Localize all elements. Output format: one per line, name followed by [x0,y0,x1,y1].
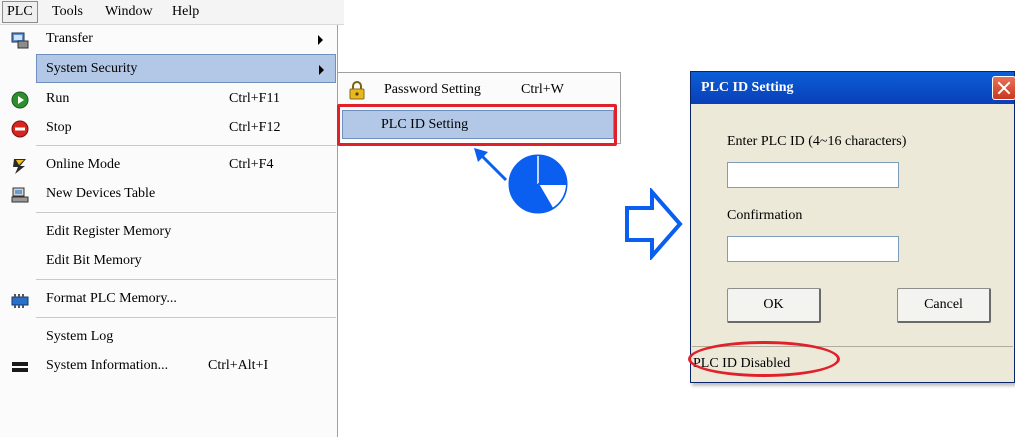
dialog-title-bar[interactable]: PLC ID Setting [691,72,1015,104]
menu-item-transfer[interactable]: Transfer [0,25,337,54]
menu-bar: PLC Tools Window Help [0,0,344,25]
menu-help[interactable]: Help [168,2,203,22]
menu-item-run-shortcut: Ctrl+F11 [229,91,280,106]
menu-plc-label: PLC [7,4,33,19]
step-timer-icon [508,154,568,214]
plc-id-input[interactable] [727,162,899,188]
menu-item-new-devices-table-label: New Devices Table [46,186,156,201]
dialog-title: PLC ID Setting [701,80,794,95]
pointer-arrow-icon [474,148,508,182]
run-icon [11,91,29,109]
menu-window-label: Window [105,4,153,19]
plc-menu-dropdown: Transfer System Security Run Ctrl+F11 St… [0,25,338,437]
confirmation-input[interactable] [727,236,899,262]
lock-icon [349,81,365,100]
devices-table-icon [11,187,29,203]
submenu-arrow-icon [319,65,324,75]
submenu-item-password-setting-shortcut: Ctrl+W [521,82,564,97]
close-icon[interactable] [992,76,1015,100]
menu-item-online-mode-label: Online Mode [46,157,121,172]
menu-item-online-mode[interactable]: Online Mode Ctrl+F4 [0,151,337,180]
submenu-item-password-setting[interactable]: Password Setting Ctrl+W [338,76,620,105]
menu-item-stop-label: Stop [46,120,72,135]
menu-window[interactable]: Window [101,2,157,22]
menu-item-format-plc-memory[interactable]: Format PLC Memory... [0,285,337,314]
confirmation-label: Confirmation [727,208,803,223]
plc-id-setting-dialog: PLC ID Setting Enter PLC ID (4~16 charac… [690,71,1015,383]
menu-tools-label: Tools [52,4,83,19]
menu-item-edit-register-memory[interactable]: Edit Register Memory [0,218,337,247]
menu-item-run-label: Run [46,91,70,106]
ok-button[interactable]: OK [727,288,821,323]
status-highlight-oval-annotation [688,341,840,377]
menu-item-edit-bit-memory[interactable]: Edit Bit Memory [0,247,337,276]
menu-item-format-plc-memory-label: Format PLC Memory... [46,291,177,306]
menu-item-system-security[interactable]: System Security [36,54,336,83]
menu-item-system-information[interactable]: System Information... Ctrl+Alt+I [0,352,337,381]
menu-item-new-devices-table[interactable]: New Devices Table [0,180,337,209]
menu-item-system-security-label: System Security [46,61,138,76]
system-information-icon [12,362,28,372]
menu-tools[interactable]: Tools [48,2,87,22]
menu-item-online-mode-shortcut: Ctrl+F4 [229,157,274,172]
menu-item-stop[interactable]: Stop Ctrl+F12 [0,114,337,143]
format-memory-icon [11,294,29,308]
menu-item-edit-register-memory-label: Edit Register Memory [46,224,172,239]
submenu-item-password-setting-label: Password Setting [384,82,481,97]
menu-item-system-information-shortcut: Ctrl+Alt+I [208,358,269,373]
menu-separator [36,317,336,318]
menu-item-system-log[interactable]: System Log [0,323,337,352]
menu-separator [36,145,336,146]
menu-item-run[interactable]: Run Ctrl+F11 [0,85,337,114]
transfer-icon [11,32,29,49]
highlight-box-annotation [337,104,617,146]
menu-item-system-information-label: System Information... [46,358,169,373]
next-step-arrow-icon [625,188,683,260]
menu-item-stop-shortcut: Ctrl+F12 [229,120,281,135]
online-mode-icon [13,159,26,174]
menu-separator [36,279,336,280]
menu-item-system-log-label: System Log [46,329,114,344]
enter-plc-id-label: Enter PLC ID (4~16 characters) [727,134,907,149]
submenu-arrow-icon [318,35,323,45]
menu-item-edit-bit-memory-label: Edit Bit Memory [46,253,142,268]
cancel-button[interactable]: Cancel [897,288,991,323]
menu-separator [36,212,336,213]
menu-help-label: Help [172,4,200,19]
stop-icon [11,120,29,138]
menu-item-transfer-label: Transfer [46,31,93,46]
menu-plc[interactable]: PLC [2,1,38,23]
